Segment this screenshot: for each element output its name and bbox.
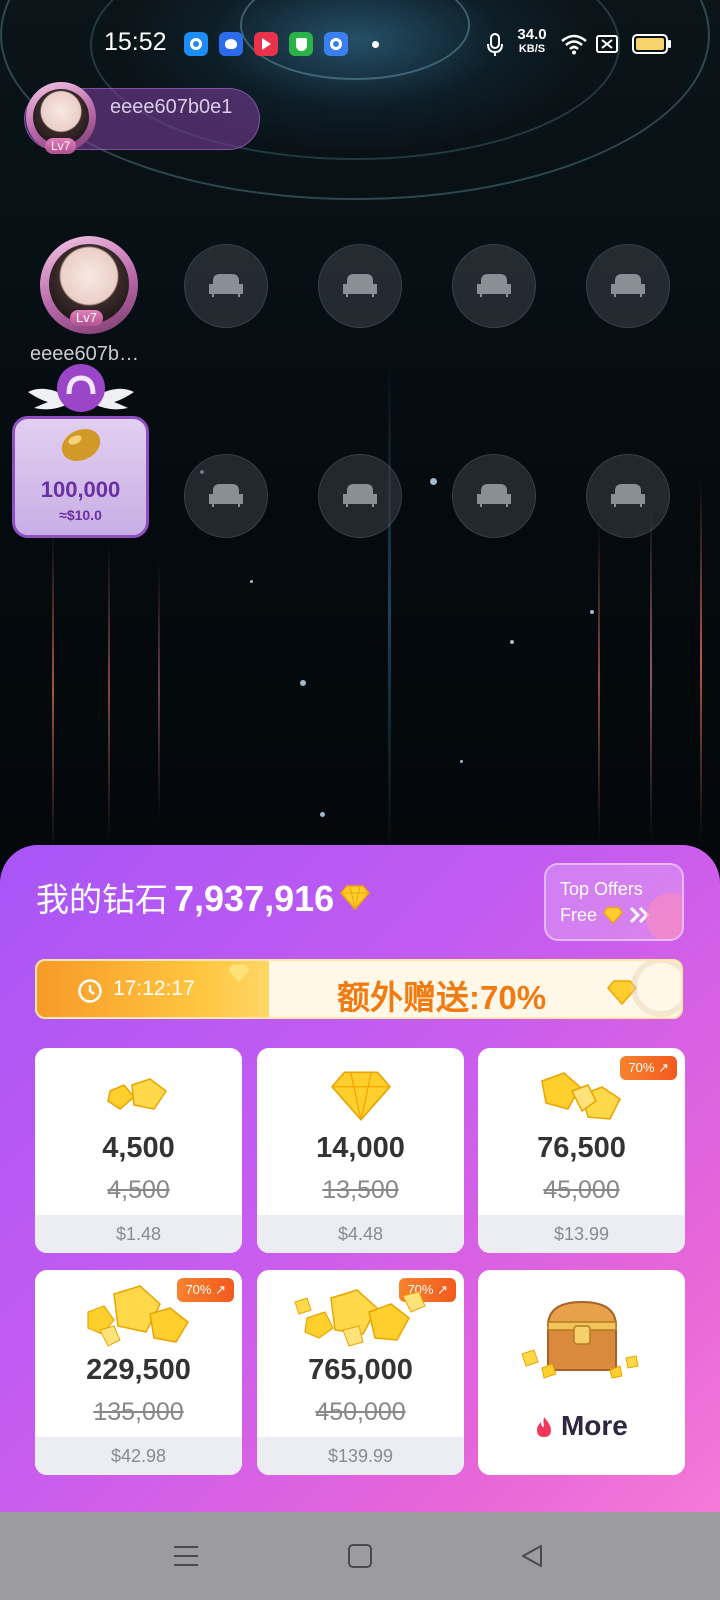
host-level-badge: Lv7 <box>45 138 77 154</box>
empty-seat[interactable] <box>318 244 402 328</box>
single-diamond-icon <box>257 1062 464 1128</box>
empty-seat[interactable] <box>452 244 536 328</box>
package-price: $1.48 <box>35 1215 242 1253</box>
more-packages-button[interactable]: More <box>478 1270 685 1475</box>
promo-bonus-text: 额外赠送:70% <box>337 979 547 1016</box>
sim-off-icon <box>596 35 618 53</box>
sofa-icon <box>209 484 243 507</box>
mic-icon <box>487 33 503 56</box>
sofa-icon <box>611 274 645 297</box>
promo-countdown: 17:12:17 <box>113 977 195 1000</box>
gift-card[interactable]: 100,000 ≈$10.0 <box>12 416 149 538</box>
package-original-amount: 45,000 <box>543 1176 620 1204</box>
net-speed-value: 34.0 <box>517 26 547 43</box>
empty-seat[interactable] <box>452 454 536 538</box>
sofa-icon <box>343 484 377 507</box>
package-amount: 229,500 <box>86 1354 191 1386</box>
clock-icon <box>78 979 102 1003</box>
more-label-row: More <box>478 1410 685 1442</box>
sofa-icon <box>477 484 511 507</box>
notification-dot <box>372 41 379 48</box>
blue-q-app-icon <box>324 32 348 56</box>
top-offers-free-label: Free <box>560 905 598 925</box>
empty-seat[interactable] <box>184 244 268 328</box>
diamond-balance-value: 7,937,916 <box>174 878 335 919</box>
gem-cluster-large-icon <box>35 1284 242 1350</box>
package-original-amount: 135,000 <box>93 1398 184 1426</box>
diamond-package[interactable]: 14,000 13,500 $4.48 <box>257 1048 464 1253</box>
package-original-amount: 4,500 <box>107 1176 170 1204</box>
diamond-package[interactable]: 70% ↗ 229,500 135,000 $42.98 <box>35 1270 242 1475</box>
status-time: 15:52 <box>104 28 167 56</box>
package-amount: 76,500 <box>537 1132 626 1164</box>
sofa-icon <box>477 274 511 297</box>
system-nav-bar <box>0 1512 720 1600</box>
status-right-icons: 34.0 KB/S <box>460 26 720 60</box>
package-amount: 4,500 <box>102 1132 175 1164</box>
package-original-amount: 13,500 <box>322 1176 399 1204</box>
menu-icon <box>174 1546 198 1566</box>
baidu-app-icon <box>219 32 243 56</box>
sofa-icon <box>209 274 243 297</box>
package-price: $13.99 <box>478 1215 685 1253</box>
gift-amount: 100,000 <box>40 477 121 502</box>
host-avatar[interactable]: Lv7 <box>20 78 100 158</box>
package-price: $4.48 <box>257 1215 464 1253</box>
diamond-package[interactable]: 70% ↗ 76,500 45,000 $13.99 <box>478 1048 685 1253</box>
back-nav-button[interactable] <box>514 1538 550 1574</box>
more-label: More <box>560 1410 628 1441</box>
empty-seat[interactable] <box>586 244 670 328</box>
wifi-icon <box>561 34 587 55</box>
status-bar: 15:52 34.0 KB/S <box>0 0 720 90</box>
sofa-icon <box>611 484 645 507</box>
seat-owner-avatar[interactable]: Lv7 <box>34 230 144 340</box>
battery-icon <box>632 34 671 54</box>
gem-cluster-medium-icon <box>478 1062 685 1128</box>
promo-countdown-panel: 17:12:17 <box>37 961 269 1017</box>
package-amount: 765,000 <box>308 1354 413 1386</box>
flame-icon <box>537 1417 552 1437</box>
recharge-sheet: 我的钻石 7,937,916 Top Offers Free 17:12:17 <box>0 845 720 1512</box>
seat-owner-level-badge: Lv7 <box>70 310 103 326</box>
sofa-icon <box>343 274 377 297</box>
promo-banner[interactable]: 17:12:17 额外赠送:70% <box>35 959 683 1019</box>
blue-circle-app-icon <box>184 32 208 56</box>
red-play-app-icon <box>254 32 278 56</box>
diamond-icon <box>603 907 624 924</box>
empty-seat[interactable] <box>184 454 268 538</box>
package-original-amount: 450,000 <box>315 1398 406 1426</box>
diamond-package[interactable]: 4,500 4,500 $1.48 <box>35 1048 242 1253</box>
diamond-package[interactable]: 70% ↗ 765,000 450,000 $139.99 <box>257 1270 464 1475</box>
gem-cluster-small-icon <box>35 1062 242 1128</box>
package-price: $139.99 <box>257 1437 464 1475</box>
net-speed-unit: KB/S <box>518 43 546 55</box>
diamond-balance: 我的钻石 7,937,916 <box>36 873 371 921</box>
home-square-icon <box>348 1544 372 1568</box>
green-shield-app-icon <box>289 32 313 56</box>
host-name: eeee607b0e1 <box>110 96 233 118</box>
diamond-balance-label: 我的钻石 <box>36 881 168 918</box>
package-price: $42.98 <box>35 1437 242 1475</box>
back-triangle-icon <box>522 1545 542 1567</box>
home-nav-button[interactable] <box>342 1538 378 1574</box>
package-amount: 14,000 <box>316 1132 405 1164</box>
treasure-chest-icon <box>478 1290 685 1390</box>
empty-seat[interactable] <box>318 454 402 538</box>
diamond-icon <box>228 964 250 983</box>
top-offers-button[interactable]: Top Offers Free <box>544 863 684 941</box>
empty-seat[interactable] <box>586 454 670 538</box>
top-offers-title: Top Offers <box>560 879 643 899</box>
gold-bean-icon <box>61 428 101 462</box>
menu-nav-button[interactable] <box>168 1538 204 1574</box>
diamond-icon <box>340 885 371 910</box>
gem-pile-icon <box>257 1284 464 1350</box>
gift-usd-value: ≈$10.0 <box>59 507 102 523</box>
